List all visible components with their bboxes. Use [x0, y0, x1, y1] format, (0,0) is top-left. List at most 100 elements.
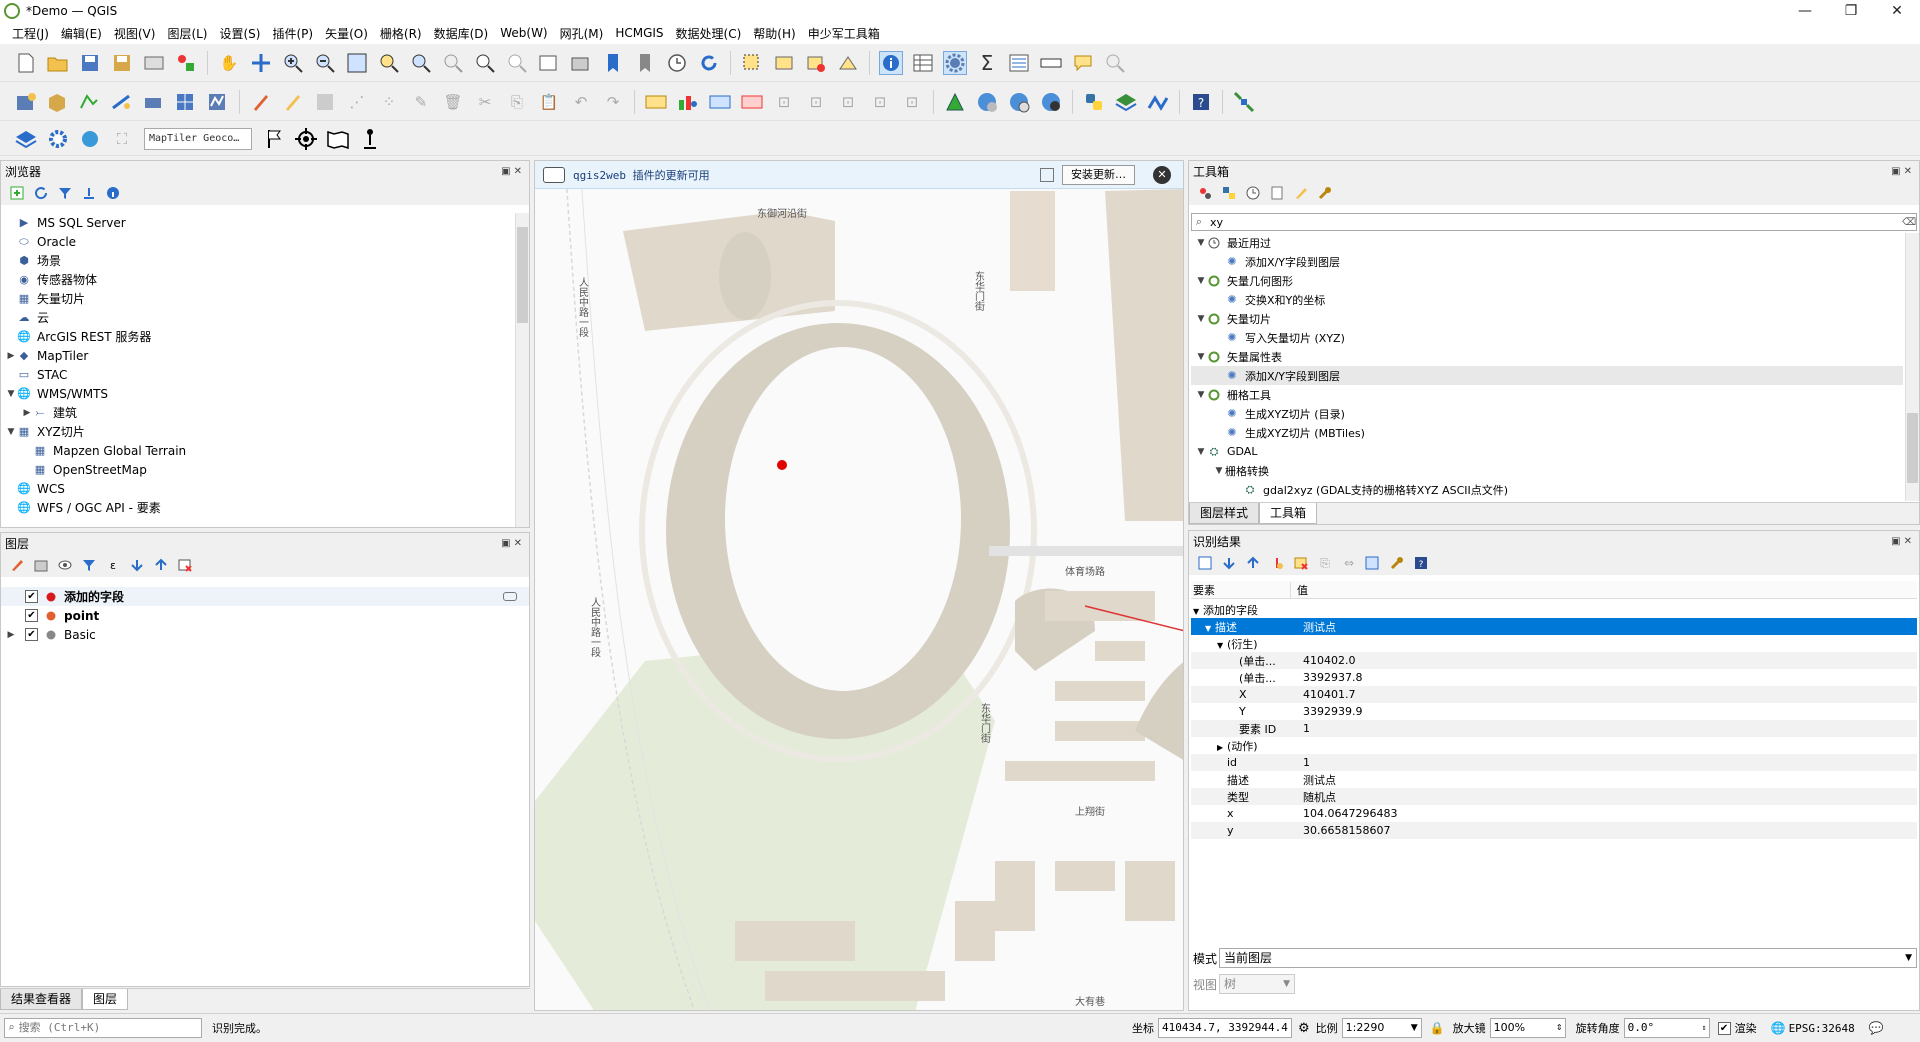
select-mode-icon[interactable]	[1364, 554, 1382, 572]
refresh-icon[interactable]	[697, 51, 721, 75]
expanded-arrow-icon[interactable]: ▼	[1195, 276, 1207, 286]
person-pin-icon[interactable]	[358, 127, 382, 151]
browser-item[interactable]: ▶ MS SQL Server	[1, 213, 515, 232]
identify-row[interactable]: X 410401.7	[1191, 686, 1917, 703]
menu-item[interactable]: 设置(S)	[214, 25, 267, 42]
toolbox-algorithm[interactable]: ✺ 写入矢量切片 (XYZ)	[1191, 328, 1903, 347]
move-label-icon[interactable]: ⊡	[804, 90, 828, 114]
identify-form-icon[interactable]	[1196, 554, 1214, 572]
collapse-all-icon[interactable]	[152, 556, 170, 574]
modify-attributes-icon[interactable]: ✎	[409, 90, 433, 114]
toolbox-algorithm[interactable]: ✺ 添加X/Y字段到图层	[1191, 366, 1903, 385]
panel-float-close-buttons[interactable]: ▣✕	[1891, 536, 1915, 547]
paste-features-icon[interactable]: 📋	[537, 90, 561, 114]
zoom-next-icon[interactable]	[505, 51, 529, 75]
map-tips-icon[interactable]	[1071, 51, 1095, 75]
toolbox-group[interactable]: ▼ 矢量几何图形	[1191, 271, 1903, 290]
select-location-icon[interactable]	[836, 51, 860, 75]
identify-help-icon[interactable]: ?	[1412, 554, 1430, 572]
identify-row[interactable]: ▼ (衍生)	[1191, 635, 1917, 652]
open-attribute-table-icon[interactable]	[911, 51, 935, 75]
render-checkbox[interactable]: ✔	[1717, 1021, 1731, 1035]
expanded-arrow-icon[interactable]: ▼	[5, 427, 17, 437]
statistics-sigma-icon[interactable]: Σ	[975, 51, 999, 75]
zoom-last-icon[interactable]	[473, 51, 497, 75]
coordinate-field[interactable]: 410434.7, 3392944.4	[1158, 1018, 1292, 1038]
expanded-arrow-icon[interactable]: ▼	[1195, 238, 1207, 248]
panel-float-close-buttons[interactable]: ▣✕	[1891, 166, 1915, 177]
browser-item[interactable]: ▶ ◆ MapTiler	[1, 346, 515, 365]
toggle-editing-icon[interactable]	[281, 90, 305, 114]
toolbox-group[interactable]: ▼ 矢量切片	[1191, 309, 1903, 328]
show-bookmarks-icon[interactable]	[633, 51, 657, 75]
hcmgis-globe-gear-icon[interactable]	[1039, 90, 1063, 114]
new-virtual-layer-icon[interactable]	[142, 90, 166, 114]
network-plugin-icon[interactable]	[1146, 90, 1170, 114]
edit-features-in-place-icon[interactable]	[1292, 184, 1310, 202]
menu-item[interactable]: Web(W)	[494, 26, 553, 40]
identify-row[interactable]: Y 3392939.9	[1191, 703, 1917, 720]
change-label-icon[interactable]: ⊡	[868, 90, 892, 114]
dock-tab[interactable]: 图层样式	[1189, 503, 1260, 524]
rotation-spinbox[interactable]: 0.0° ⇕	[1623, 1018, 1710, 1038]
toolbox-algorithm[interactable]: ▼ 栅格转换	[1191, 461, 1903, 480]
expand-tree-icon[interactable]	[1220, 554, 1238, 572]
layer-item[interactable]: ▶ ✔ Basic	[1, 625, 529, 644]
identify-row[interactable]: x 104.0647296483	[1191, 805, 1917, 822]
browser-scrollbar[interactable]	[515, 213, 529, 527]
satellite-plugin-icon[interactable]	[1232, 90, 1256, 114]
clear-results-icon[interactable]	[1292, 554, 1310, 572]
processing-toolbox-icon[interactable]	[943, 50, 967, 75]
magnifier-spinbox[interactable]: 100% ⇕	[1489, 1018, 1566, 1038]
undo-icon[interactable]: ↶	[569, 90, 593, 114]
dock-tab[interactable]: 工具箱	[1259, 503, 1318, 524]
measure-line-icon[interactable]	[1039, 51, 1063, 75]
hcmgis-globe-icon[interactable]	[975, 90, 999, 114]
identify-row[interactable]: ▼ 描述 测试点	[1191, 618, 1917, 635]
save-as-icon[interactable]	[110, 51, 134, 75]
dock-tab[interactable]: 结果查看器	[0, 989, 83, 1010]
locator-search-input[interactable]: 搜索 (Ctrl+K)	[19, 1019, 101, 1037]
notification-options-icon[interactable]	[1040, 167, 1054, 182]
browser-item[interactable]: ⬢ 场景	[1, 251, 515, 270]
browser-item[interactable]: 🌐 ArcGIS REST 服务器	[1, 327, 515, 346]
menu-item[interactable]: 申少军工具箱	[802, 25, 886, 42]
map-canvas[interactable]: qgis2web 插件的更新可用 安装更新… ✕ 东御河沿街 人民中路一段 东华…	[534, 160, 1184, 1011]
scale-combobox[interactable]: 1:2290 ▼	[1341, 1018, 1422, 1038]
identify-row[interactable]: 描述 测试点	[1191, 771, 1917, 788]
dock-tab[interactable]: 图层	[82, 989, 129, 1010]
rotate-label-icon[interactable]: ⊡	[836, 90, 860, 114]
crs-indicator[interactable]: EPSG:32648	[1789, 1022, 1855, 1035]
maximize-button[interactable]: ❐	[1828, 3, 1874, 19]
help-icon[interactable]: ?	[1189, 90, 1213, 114]
collapse-tree-icon[interactable]	[1244, 554, 1262, 572]
zoom-in-icon[interactable]	[281, 51, 305, 75]
new-project-icon[interactable]	[14, 51, 38, 75]
browser-item[interactable]: ▶ ⤚ 建筑	[1, 403, 515, 422]
map-icon[interactable]	[326, 127, 350, 151]
info-icon[interactable]	[104, 184, 122, 202]
digitize-icon[interactable]: ⋰	[345, 90, 369, 114]
toolbox-scrollbar[interactable]	[1905, 233, 1919, 501]
filter-legend-icon[interactable]	[80, 556, 98, 574]
column-value[interactable]: 值	[1291, 582, 1308, 598]
show-hide-labels-icon[interactable]: ⊡	[772, 90, 796, 114]
install-update-button[interactable]: 安装更新…	[1062, 164, 1135, 185]
print-layout-icon[interactable]	[142, 51, 166, 75]
options-wrench-icon[interactable]	[1316, 184, 1334, 202]
menu-item[interactable]: 栅格(R)	[374, 25, 428, 42]
new-map-view-icon[interactable]	[537, 51, 561, 75]
column-feature[interactable]: 要素	[1191, 581, 1291, 598]
add-selected-layers-icon[interactable]	[8, 184, 26, 202]
identify-row[interactable]: 要素 ID 1	[1191, 720, 1917, 737]
data-source-manager-icon[interactable]	[14, 90, 38, 114]
attribute-form-icon[interactable]	[1007, 51, 1031, 75]
menu-item[interactable]: 插件(P)	[266, 25, 319, 42]
models-icon[interactable]	[1196, 184, 1214, 202]
panel-float-close-buttons[interactable]: ▣✕	[501, 538, 525, 549]
clear-search-icon[interactable]: ⌫	[1902, 217, 1916, 228]
expanded-arrow-icon[interactable]: ▼	[1195, 390, 1207, 400]
toolbox-group[interactable]: ▼ 矢量属性表	[1191, 347, 1903, 366]
new-temp-layer-icon[interactable]	[110, 90, 134, 114]
search-globe-icon[interactable]	[78, 127, 102, 151]
